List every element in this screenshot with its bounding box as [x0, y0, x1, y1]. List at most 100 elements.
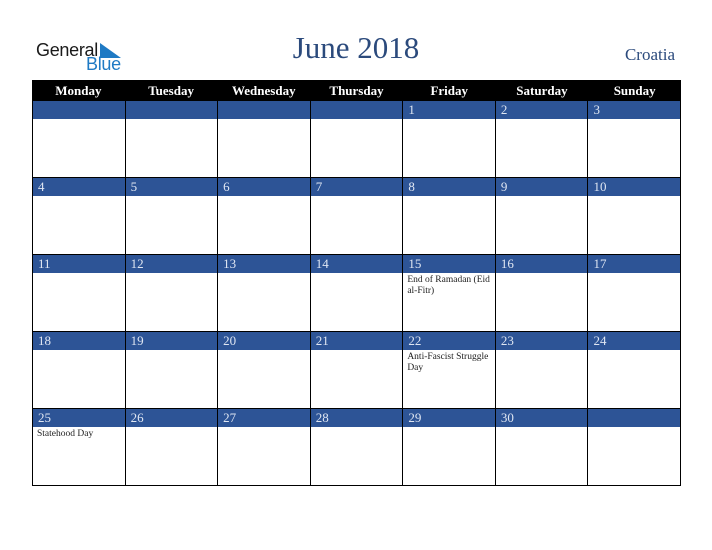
day-cell[interactable]: 27: [217, 409, 310, 486]
holiday-label: [218, 427, 310, 429]
day-number: [588, 409, 681, 427]
holiday-label: [33, 119, 125, 121]
day-number: 1: [403, 101, 495, 119]
day-cell[interactable]: [124, 101, 218, 178]
weekday-header-monday: Monday: [55, 83, 102, 98]
holiday-label: [588, 427, 680, 429]
day-number: [310, 101, 403, 119]
holiday-label: [403, 196, 495, 198]
day-number: 29: [403, 409, 495, 427]
day-cell[interactable]: 30: [494, 409, 588, 486]
holiday-label: [311, 119, 403, 121]
day-cell[interactable]: 12: [124, 255, 218, 332]
day-cell[interactable]: 24: [587, 332, 682, 409]
holiday-label: [311, 196, 403, 198]
day-cell[interactable]: 26: [124, 409, 218, 486]
day-cell[interactable]: [587, 409, 682, 486]
day-cell[interactable]: 29: [402, 409, 495, 486]
day-cell[interactable]: 3: [587, 101, 682, 178]
day-cell[interactable]: 15 End of Ramadan (Eid al-Fitr): [402, 255, 495, 332]
weekday-header-thursday: Thursday: [329, 83, 384, 98]
day-cell[interactable]: 28: [309, 409, 403, 486]
day-number: 23: [495, 332, 588, 350]
week-row: 123: [32, 101, 682, 178]
page-title: June 2018: [292, 30, 420, 65]
day-number: 21: [310, 332, 403, 350]
day-cell[interactable]: 7: [309, 178, 403, 255]
holiday-label: [126, 350, 218, 352]
weekday-header-sunday: Sunday: [613, 83, 656, 98]
country-label: Croatia: [624, 45, 675, 64]
day-cell[interactable]: [217, 101, 310, 178]
day-cell[interactable]: 19: [124, 332, 218, 409]
day-number: 3: [588, 101, 681, 119]
day-cell[interactable]: 22 Anti-Fascist Struggle Day: [402, 332, 495, 409]
day-cell[interactable]: 23: [494, 332, 588, 409]
day-cell[interactable]: 10: [587, 178, 682, 255]
holiday-label: End of Ramadan (Eid al-Fitr): [407, 275, 490, 296]
weekday-header-wednesday: Wednesday: [232, 83, 296, 98]
day-cell[interactable]: 25 Statehood Day: [32, 409, 125, 486]
day-number: 18: [33, 332, 125, 350]
day-cell[interactable]: [32, 101, 125, 178]
holiday-label: [33, 273, 125, 275]
holiday-label: [33, 350, 125, 352]
holiday-label: [218, 273, 310, 275]
day-number: 20: [218, 332, 310, 350]
calendar-grid: Monday Tuesday Wednesday Thursday Friday Satu…: [32, 80, 682, 486]
day-number: 6: [218, 178, 310, 196]
day-cell[interactable]: 21: [309, 332, 403, 409]
day-number: [125, 101, 218, 119]
weekday-header-saturday: Saturday: [516, 83, 568, 98]
week-row: 18 19 20 21 22 Anti-Fascist Struggle Day 23 24: [32, 332, 682, 409]
day-cell[interactable]: [309, 101, 403, 178]
day-number: 17: [588, 255, 681, 273]
holiday-label: [126, 427, 218, 429]
holiday-label: Anti-Fascist Struggle Day: [407, 352, 489, 373]
week-row: 4 5 6 7 8 9 10: [32, 178, 682, 255]
holiday-label: [311, 350, 403, 352]
day-cell[interactable]: 2: [494, 101, 588, 178]
holiday-label: [126, 273, 218, 275]
holiday-label: [403, 119, 495, 121]
day-cell[interactable]: 17: [587, 255, 682, 332]
day-cell[interactable]: 18: [32, 332, 125, 409]
day-number: 14: [310, 255, 403, 273]
holiday-label: Statehood Day: [37, 429, 94, 439]
day-number: 15: [403, 255, 495, 273]
holiday-label: [218, 119, 310, 121]
day-cell[interactable]: 11: [32, 255, 125, 332]
day-cell[interactable]: 5: [124, 178, 218, 255]
holiday-label: [218, 350, 310, 352]
day-number: 30: [495, 409, 588, 427]
day-number: [33, 101, 125, 119]
day-number: 22: [403, 332, 495, 350]
day-cell[interactable]: 6: [217, 178, 310, 255]
day-number: 4: [33, 178, 125, 196]
day-cell[interactable]: 8: [402, 178, 495, 255]
day-cell[interactable]: 1: [402, 101, 495, 178]
day-cell[interactable]: 20: [217, 332, 310, 409]
day-number: 12: [125, 255, 218, 273]
weekday-header-tuesday: Tuesday: [148, 83, 194, 98]
day-cell[interactable]: 4: [32, 178, 125, 255]
holiday-label: [496, 273, 588, 275]
day-number: 16: [495, 255, 588, 273]
day-number: 13: [218, 255, 310, 273]
day-number: 2: [495, 101, 588, 119]
day-cell[interactable]: 9: [494, 178, 588, 255]
day-number: 27: [218, 409, 310, 427]
holiday-label: [588, 273, 680, 275]
day-number: [218, 101, 310, 119]
holiday-label: [126, 119, 218, 121]
day-cell[interactable]: 13: [217, 255, 310, 332]
holiday-label: [311, 273, 403, 275]
holiday-label: [496, 119, 588, 121]
day-number: 28: [310, 409, 403, 427]
holiday-label: [496, 196, 588, 198]
day-cell[interactable]: 16: [494, 255, 588, 332]
day-cell[interactable]: 14: [309, 255, 403, 332]
holiday-label: [403, 427, 495, 429]
day-number: 9: [495, 178, 588, 196]
holiday-label: [496, 427, 588, 429]
